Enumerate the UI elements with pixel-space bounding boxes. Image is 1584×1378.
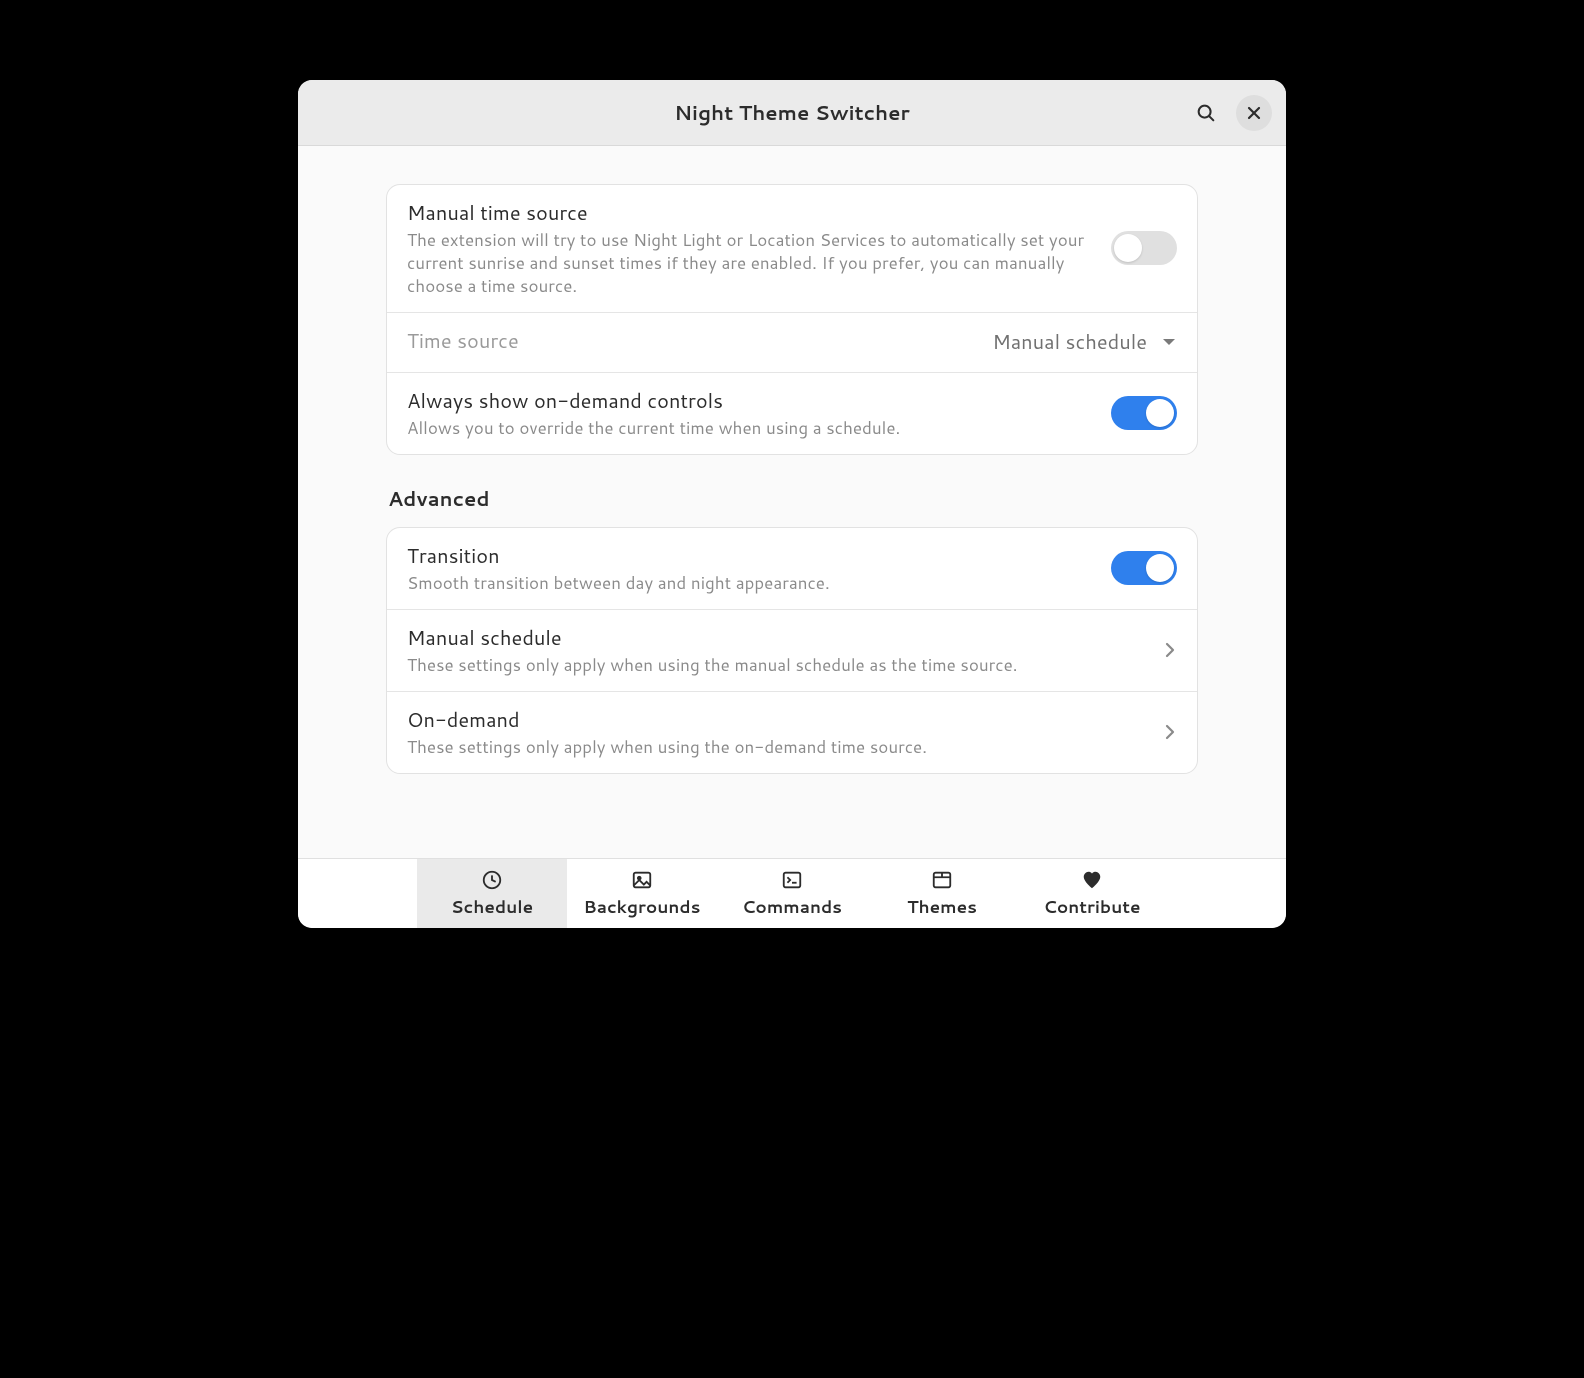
time-source-row[interactable]: Time source Manual schedule — [387, 312, 1197, 372]
tab-label: Schedule — [451, 895, 533, 919]
row-text: Manual schedule These settings only appl… — [407, 624, 1143, 677]
time-source-combo[interactable]: Manual schedule — [992, 328, 1177, 356]
titlebar: Night Theme Switcher — [298, 80, 1286, 146]
always-show-switch[interactable] — [1111, 396, 1177, 430]
content-area: Manual time source The extension will tr… — [298, 146, 1286, 858]
row-title: Time source — [407, 327, 972, 355]
row-title: Always show on-demand controls — [407, 387, 1091, 415]
heart-icon — [1081, 869, 1103, 891]
transition-switch[interactable] — [1111, 551, 1177, 585]
row-title: Manual schedule — [407, 624, 1143, 652]
switch-knob — [1146, 554, 1174, 582]
window-icon — [931, 869, 953, 891]
tab-label: Contribute — [1043, 895, 1140, 919]
row-subtitle: The extension will try to use Night Ligh… — [407, 229, 1091, 298]
row-subtitle: Allows you to override the current time … — [407, 417, 1091, 440]
row-text: Transition Smooth transition between day… — [407, 542, 1091, 595]
search-icon — [1195, 102, 1217, 124]
row-text: On-demand These settings only apply when… — [407, 706, 1143, 759]
advanced-heading: Advanced — [386, 485, 1198, 513]
tab-label: Themes — [907, 895, 977, 919]
tab-label: Backgrounds — [584, 895, 701, 919]
row-title: Manual time source — [407, 199, 1091, 227]
row-subtitle: Smooth transition between day and night … — [407, 572, 1091, 595]
on-demand-row[interactable]: On-demand These settings only apply when… — [387, 691, 1197, 773]
transition-row: Transition Smooth transition between day… — [387, 528, 1197, 609]
switch-knob — [1146, 399, 1174, 427]
tab-themes[interactable]: Themes — [867, 859, 1017, 928]
manual-time-source-row: Manual time source The extension will tr… — [387, 185, 1197, 312]
tab-label: Commands — [742, 895, 842, 919]
tab-backgrounds[interactable]: Backgrounds — [567, 859, 717, 928]
clock-icon — [481, 869, 503, 891]
row-title: On-demand — [407, 706, 1143, 734]
tab-commands[interactable]: Commands — [717, 859, 867, 928]
search-button[interactable] — [1188, 95, 1224, 131]
window-title: Night Theme Switcher — [674, 99, 910, 127]
row-text: Always show on-demand controls Allows yo… — [407, 387, 1091, 440]
advanced-group: Transition Smooth transition between day… — [386, 527, 1198, 774]
time-source-group: Manual time source The extension will tr… — [386, 184, 1198, 455]
row-title: Transition — [407, 542, 1091, 570]
combo-value: Manual schedule — [992, 328, 1147, 356]
image-icon — [631, 869, 653, 891]
bottom-tabbar: Schedule Backgrounds Commands — [298, 858, 1286, 928]
row-text: Manual time source The extension will tr… — [407, 199, 1091, 298]
terminal-icon — [781, 869, 803, 891]
row-subtitle: These settings only apply when using the… — [407, 654, 1143, 677]
chevron-down-icon — [1161, 334, 1177, 350]
chevron-right-icon — [1163, 640, 1177, 660]
row-text: Time source — [407, 327, 972, 357]
chevron-right-icon — [1163, 722, 1177, 742]
tab-contribute[interactable]: Contribute — [1017, 859, 1167, 928]
close-button[interactable] — [1236, 95, 1272, 131]
manual-schedule-row[interactable]: Manual schedule These settings only appl… — [387, 609, 1197, 691]
switch-knob — [1114, 234, 1142, 262]
always-show-row: Always show on-demand controls Allows yo… — [387, 372, 1197, 454]
settings-window: Night Theme Switcher Manual time source — [298, 80, 1286, 928]
close-icon — [1246, 105, 1262, 121]
row-subtitle: These settings only apply when using the… — [407, 736, 1143, 759]
titlebar-actions — [1188, 95, 1272, 131]
manual-time-source-switch[interactable] — [1111, 231, 1177, 265]
tab-schedule[interactable]: Schedule — [417, 859, 567, 928]
